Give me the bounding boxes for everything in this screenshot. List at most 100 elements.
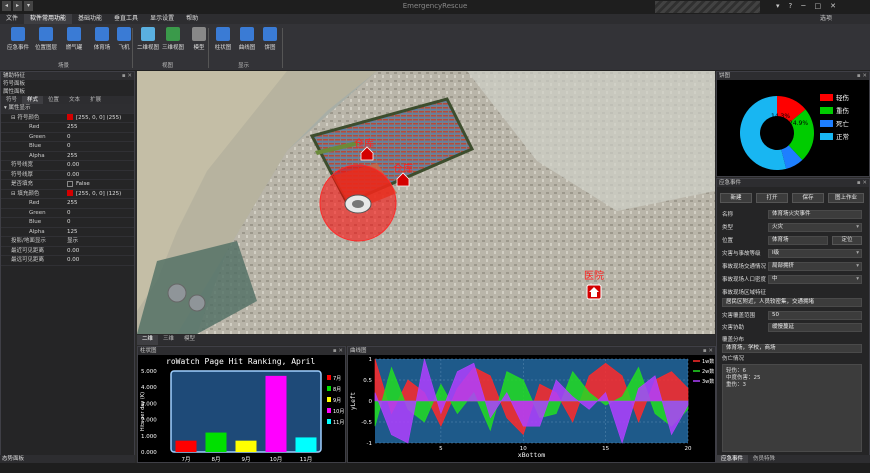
tool-icon [39, 27, 53, 41]
pie-label: 24.9% [789, 120, 808, 127]
property-key: ⊟ 填充颜色 [11, 190, 40, 197]
tab-text[interactable]: 文本 [64, 96, 85, 104]
help-field[interactable]: 缓慢蔓延 [768, 322, 862, 332]
menu-display[interactable]: 显示设置 [144, 14, 180, 24]
tab-position[interactable]: 位置 [43, 96, 64, 104]
property-key: Green [29, 133, 46, 140]
open-button[interactable]: 打开 [756, 193, 788, 203]
tab-event[interactable]: 应急事件 [716, 455, 749, 463]
checkbox-icon[interactable] [67, 180, 73, 187]
tab-2d[interactable]: 二维 [137, 335, 159, 345]
save-button[interactable]: 保存 [792, 193, 824, 203]
pin-icon[interactable]: ▪ ✕ [703, 347, 713, 355]
event-field-input[interactable]: 局部拥挤 [768, 261, 862, 271]
line-panel-title: 曲线图 ▪ ✕ [348, 347, 715, 355]
ribbon-button[interactable]: 二维视图 [135, 27, 161, 51]
property-row[interactable]: ⊟ 填充颜色 [255, 0, 0] (125) [1, 190, 134, 199]
new-button[interactable]: 新建 [720, 193, 752, 203]
event-field-input[interactable]: 火灾 [768, 222, 862, 232]
event-field-row: 事故现场人口密度中 [722, 274, 862, 284]
ribbon-button[interactable]: 三维视图 [160, 27, 186, 51]
map-work-button[interactable]: 图上作业 [828, 193, 864, 203]
property-key: Red [29, 200, 40, 206]
menu-common[interactable]: 软件常用功能 [24, 14, 73, 24]
dropdown-icon[interactable]: ▾ [24, 1, 33, 11]
tab-style[interactable]: 样式 [22, 96, 44, 104]
y-axis-label: yLeft [350, 392, 357, 410]
casualty-box[interactable]: 轻伤：6 中度伤害：25 重伤：3 [722, 364, 862, 452]
bar-panel-title: 柱状图 ▪ ✕ [138, 347, 345, 355]
casualty-line: 中度伤害：25 [726, 375, 761, 381]
event-field-input[interactable]: 体育场 [768, 235, 828, 245]
property-row[interactable]: Red 255 [1, 123, 134, 133]
event-field-input[interactable]: I级 [768, 248, 862, 258]
maximize-button[interactable]: □ [814, 2, 821, 10]
property-row[interactable]: Green 0 [1, 209, 134, 218]
menu-basic[interactable]: 基础功能 [72, 14, 108, 24]
pin-icon[interactable]: ▪ ✕ [122, 72, 132, 80]
y-tick-label: 1 [369, 357, 373, 363]
ribbon-button[interactable]: 饼图 [257, 27, 283, 51]
event-field-input[interactable]: 体育场火灾事件 [768, 209, 862, 219]
storage-tank [188, 294, 206, 312]
ribbon-button[interactable]: 位置图层 [33, 27, 59, 51]
locate-button[interactable]: 定位 [832, 235, 862, 245]
legend-label: 2w数 [702, 368, 714, 375]
menu-help[interactable]: 帮助 [180, 14, 204, 24]
tab-symbol[interactable]: 符号 [1, 96, 22, 104]
property-row[interactable]: 符号线宽 0.00 [1, 161, 134, 171]
pie-panel: 饼图 ▪ ✕ 14.3% 24.9% 轻伤 重伤 死亡 正常 [716, 71, 870, 177]
affected-field[interactable]: 体育场，学校，商场 [722, 343, 862, 353]
ribbon-button[interactable]: 柱状图 [210, 27, 236, 51]
options-menu[interactable]: 选项 [820, 14, 832, 24]
event-field-row: 灾害与事故等级 I级 [722, 248, 862, 258]
legend-label: 死亡 [836, 119, 850, 128]
pin-icon[interactable]: ▪ ✕ [857, 72, 867, 80]
ribbon-button[interactable]: 飞机 [111, 27, 137, 51]
legend-swatch [327, 408, 331, 413]
tab-extend[interactable]: 扩展 [85, 96, 106, 104]
tab-model[interactable]: 模型 [179, 335, 200, 345]
property-row[interactable]: ▾ 属性显示 [1, 104, 134, 114]
ribbon-separator [208, 28, 209, 68]
feature-field[interactable]: 居民区附近，人员较密集，交通拥堵 [722, 297, 862, 307]
help-button[interactable]: ? [789, 2, 793, 10]
property-row[interactable]: Blue 0 [1, 218, 134, 228]
event-field-input[interactable]: 中 [768, 274, 862, 284]
property-row[interactable]: Red 255 [1, 199, 134, 209]
forward-icon[interactable]: ▸ [13, 1, 22, 11]
property-row[interactable]: 最远可见距离 0.00 [1, 256, 134, 266]
property-row[interactable]: Green 0 [1, 133, 134, 142]
property-row[interactable]: Alpha 255 [1, 152, 134, 161]
dropdown-button[interactable]: ▾ [776, 2, 780, 10]
ribbon-button[interactable]: 燃气罐 [61, 27, 87, 51]
menu-tools[interactable]: 垂直工具 [108, 14, 144, 24]
property-row[interactable]: Alpha 125 [1, 228, 134, 237]
property-value: 0.00 [67, 162, 80, 168]
close-button[interactable]: ✕ [830, 2, 836, 10]
property-row[interactable]: Blue 0 [1, 142, 134, 152]
minimize-button[interactable]: ─ [801, 2, 805, 10]
x-tick-label: 9月 [242, 456, 251, 462]
back-icon[interactable]: ◂ [2, 1, 11, 11]
tab-casualty[interactable]: 伤员特殊 [748, 455, 780, 463]
casualty-label: 伤亡情况 [722, 356, 745, 362]
property-row[interactable]: ⊟ 符号颜色 [255, 0, 0] (255) [1, 114, 134, 123]
range-field[interactable]: 50 [768, 310, 862, 320]
map-view[interactable]: 仓库 仓库 医院 [137, 71, 715, 334]
ribbon-button-label: 应急事件 [6, 45, 29, 51]
y-tick-label: -1 [367, 441, 372, 447]
property-key: Alpha [29, 152, 45, 159]
property-row[interactable]: 符号线厚 0.00 [1, 171, 134, 180]
property-tabs: 符号 样式 位置 文本 扩展 [1, 96, 134, 104]
pin-icon[interactable]: ▪ ✕ [857, 179, 867, 187]
property-row[interactable]: 投影/地面显示 显示 [1, 237, 134, 247]
tab-3d[interactable]: 三维 [158, 335, 179, 345]
menu-file[interactable]: 文件 [0, 14, 24, 24]
event-bottom-tabs: 应急事件 伤员特殊 [716, 455, 870, 463]
property-row[interactable]: 最近可见距离 0.00 [1, 247, 134, 256]
pin-icon[interactable]: ▪ ✕ [333, 347, 343, 355]
property-row[interactable]: 是否填充 False [1, 180, 134, 190]
situation-panel-tab[interactable]: 态势面板 [0, 455, 135, 463]
ribbon-button[interactable]: 应急事件 [5, 27, 31, 51]
